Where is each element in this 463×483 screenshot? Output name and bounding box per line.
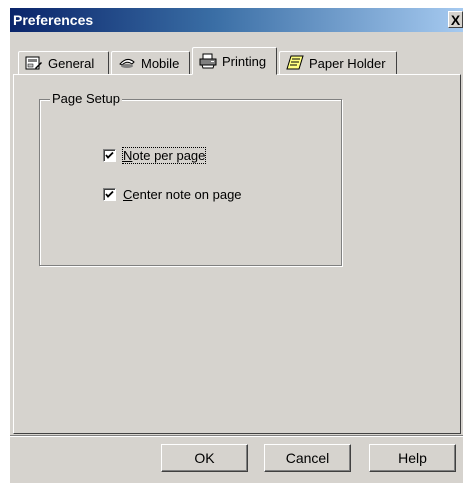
tab-mobile[interactable]: Mobile (111, 51, 190, 74)
tab-paper-holder-label: Paper Holder (309, 55, 386, 71)
page-setup-group-label: Page Setup (50, 91, 122, 106)
tab-paper-holder[interactable]: Paper Holder (279, 51, 397, 74)
printing-tab-panel: Page Setup Note per page Center note on … (13, 74, 461, 434)
page-setup-group (39, 99, 342, 266)
general-settings-icon (25, 55, 43, 71)
mobile-icon (118, 55, 136, 71)
paper-holder-icon (286, 55, 304, 71)
tab-printing[interactable]: Printing (192, 47, 277, 75)
tab-mobile-label: Mobile (141, 55, 180, 71)
preferences-dialog: Preferences X General Mobile Printing Pa… (10, 8, 463, 483)
center-note-mnemonic: C (123, 187, 133, 202)
center-note-checkbox[interactable] (103, 188, 116, 201)
center-note-label-rest: enter note on page (132, 187, 242, 202)
window-title: Preferences (13, 12, 94, 28)
tab-general-label: General (48, 55, 95, 71)
printer-icon (199, 53, 217, 69)
note-per-page-label-rest: ote per page (132, 148, 206, 163)
note-per-page-checkbox[interactable] (103, 149, 116, 162)
button-bar-separator (10, 435, 463, 437)
note-per-page-label[interactable]: Note per page (121, 147, 207, 164)
tab-general[interactable]: General (18, 51, 109, 74)
help-button[interactable]: Help (369, 444, 456, 472)
close-button[interactable]: X (448, 11, 463, 28)
close-icon: X (450, 12, 461, 28)
cancel-button[interactable]: Cancel (264, 444, 351, 472)
note-per-page-option[interactable]: Note per page (103, 147, 207, 164)
center-note-option[interactable]: Center note on page (103, 187, 242, 202)
tab-printing-label: Printing (222, 53, 267, 69)
ok-button[interactable]: OK (161, 444, 248, 472)
note-per-page-mnemonic: N (123, 148, 133, 163)
center-note-label[interactable]: Center note on page (123, 187, 242, 202)
title-bar[interactable]: Preferences X (10, 8, 463, 32)
